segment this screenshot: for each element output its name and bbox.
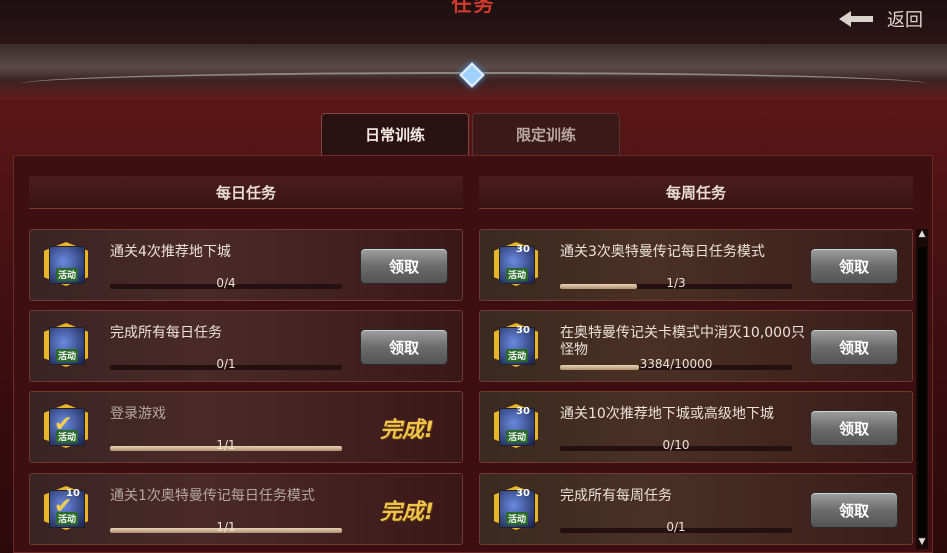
claim-button[interactable]: 领取	[360, 248, 448, 284]
claim-button[interactable]: 领取	[360, 329, 448, 365]
tab-daily-training[interactable]: 日常训练	[321, 113, 469, 155]
scroll-thumb[interactable]	[918, 247, 926, 537]
daily-task-card: 活动 通关4次推荐地下城 0/4 领取	[29, 229, 463, 301]
completed-label: 完成!	[379, 418, 434, 443]
event-tag: 活动	[56, 349, 79, 362]
weekly-task-card: 30 活动 通关3次奥特曼传记每日任务模式 1/3 领取	[479, 229, 913, 301]
reward-count: 30	[516, 488, 530, 499]
daily-tasks-heading: 每日任务	[29, 176, 463, 209]
task-description: 通关3次奥特曼传记每日任务模式	[560, 244, 765, 260]
reward-count: 30	[516, 244, 530, 255]
task-progress-text: 0/1	[216, 357, 236, 371]
event-tag: 活动	[56, 512, 79, 525]
task-progress-text: 3384/10000	[639, 357, 713, 371]
claim-button[interactable]: 领取	[810, 329, 898, 365]
top-bar: 任务 返回	[0, 0, 947, 44]
task-description: 通关1次奥特曼传记每日任务模式	[110, 488, 315, 504]
task-description: 登录游戏	[110, 406, 166, 422]
task-progress-text: 1/1	[216, 438, 236, 452]
claim-button[interactable]: 领取	[810, 492, 898, 528]
reward-count: 30	[516, 325, 530, 336]
page-title: 任务	[451, 0, 496, 16]
back-button[interactable]: 返回	[839, 6, 923, 32]
weekly-task-card: 30 活动 完成所有每周任务 0/1 领取	[479, 473, 913, 545]
scroll-down-icon[interactable]: ▼	[916, 537, 928, 549]
daily-task-card: 活动 完成所有每日任务 0/1 领取	[29, 310, 463, 382]
event-tag: 活动	[56, 430, 79, 443]
back-label: 返回	[887, 10, 923, 31]
event-tag: 活动	[506, 268, 529, 281]
event-tag: 活动	[506, 349, 529, 362]
claim-button[interactable]: 领取	[810, 410, 898, 446]
reward-count: 30	[516, 406, 530, 417]
scroll-up-icon[interactable]: ▲	[916, 229, 928, 241]
task-description: 完成所有每周任务	[560, 488, 672, 504]
task-progress-text: 1/1	[216, 520, 236, 534]
task-description: 通关10次推荐地下城或高级地下城	[560, 406, 774, 422]
task-description: 通关4次推荐地下城	[110, 244, 231, 260]
event-tag: 活动	[56, 268, 79, 281]
claim-button[interactable]: 领取	[810, 248, 898, 284]
task-description: 在奥特曼传记关卡模式中消灭10,000只怪物	[560, 325, 805, 358]
event-tag: 活动	[506, 430, 529, 443]
weekly-task-card: 30 活动 在奥特曼传记关卡模式中消灭10,000只怪物 3384/10000 领取	[479, 310, 913, 382]
task-progress-text: 0/1	[666, 520, 686, 534]
task-progress-text: 0/10	[662, 438, 690, 452]
task-progress-text: 1/3	[666, 276, 686, 290]
event-tag: 活动	[506, 512, 529, 525]
tab-limited-training[interactable]: 限定训练	[472, 113, 620, 155]
back-arrow-icon	[839, 11, 873, 27]
weekly-tasks-heading: 每周任务	[479, 176, 913, 209]
task-description: 完成所有每日任务	[110, 325, 222, 341]
weekly-task-card: 30 活动 通关10次推荐地下城或高级地下城 0/10 领取	[479, 391, 913, 463]
daily-task-card: 10 ✔ 活动 通关1次奥特曼传记每日任务模式 1/1 完成!	[29, 473, 463, 545]
task-progress-text: 0/4	[216, 276, 236, 290]
daily-task-card: ✔ 活动 登录游戏 1/1 完成!	[29, 391, 463, 463]
scrollbar[interactable]: ▲ ▼	[916, 229, 928, 549]
completed-label: 完成!	[379, 500, 434, 525]
